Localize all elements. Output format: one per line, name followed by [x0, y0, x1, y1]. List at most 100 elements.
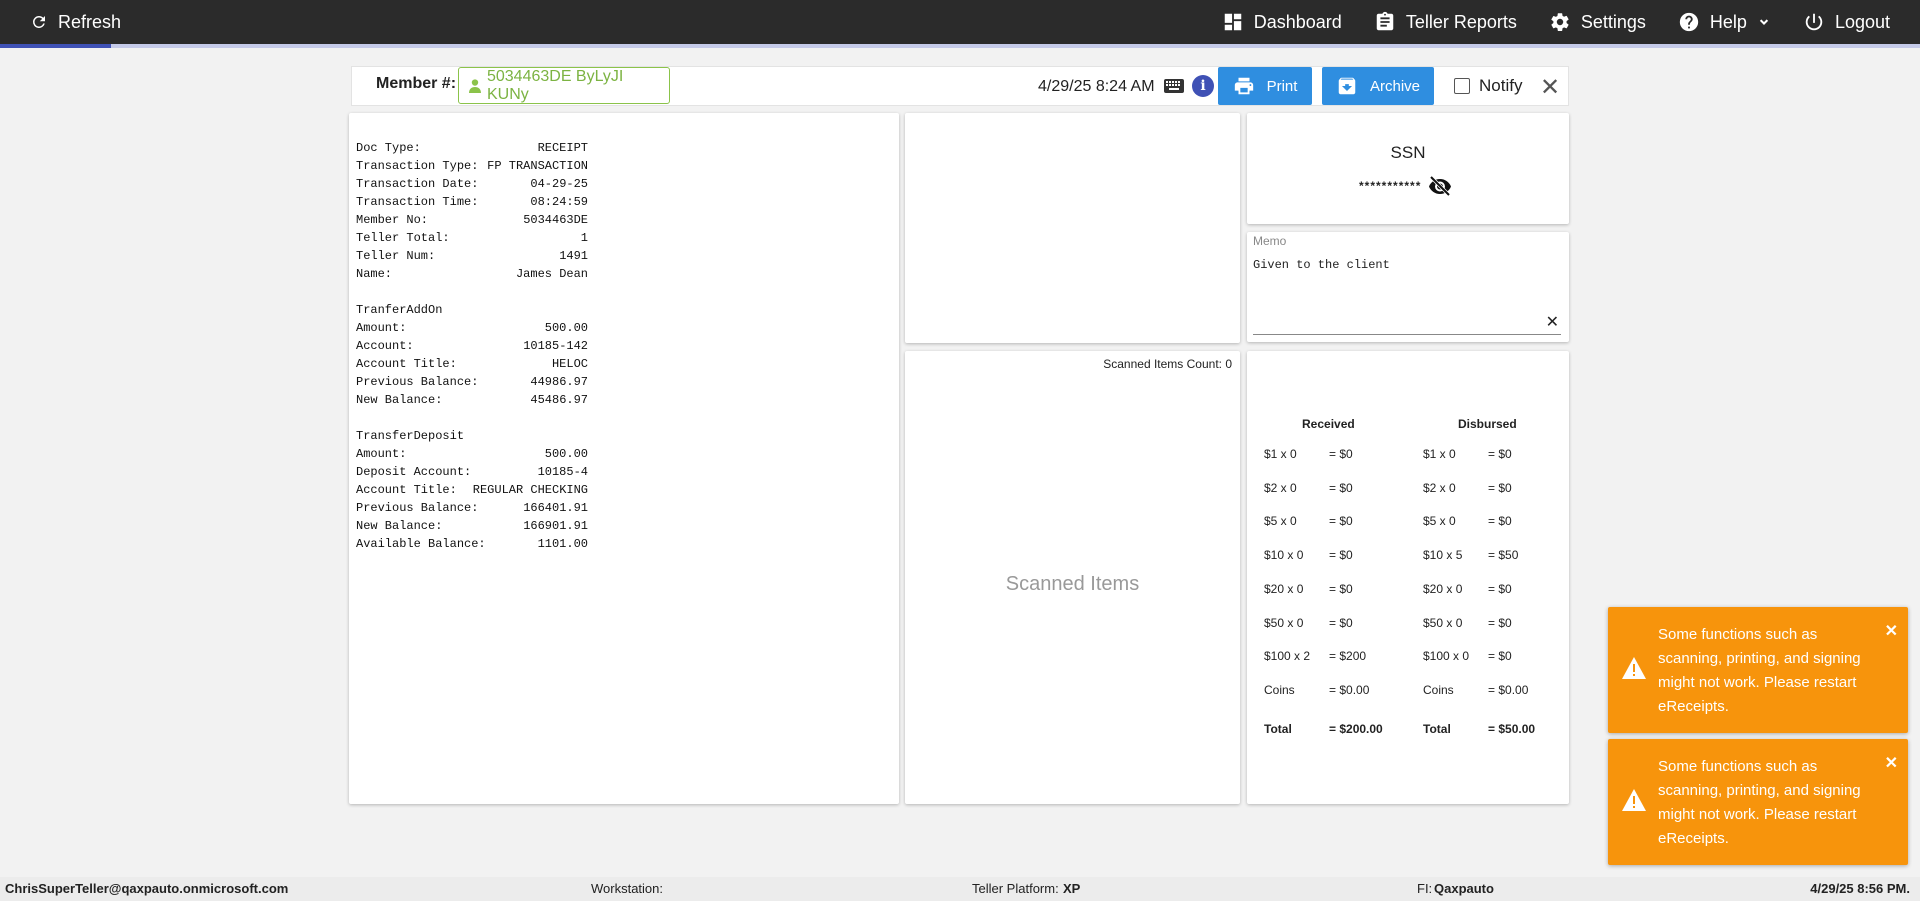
receipt-line: TranferAddOn: [356, 301, 588, 319]
disbursed-amount: = $0: [1488, 514, 1512, 529]
receipt-line-value: 166901.91: [523, 519, 588, 533]
receipt-line-label: Doc Type:: [356, 141, 421, 155]
dashboard-link[interactable]: Dashboard: [1222, 11, 1342, 33]
receipt-line: Teller Total: 1: [356, 229, 588, 247]
footer-fi-value: Qaxpauto: [1434, 881, 1494, 896]
signature-panel[interactable]: [905, 113, 1240, 343]
receipt-line-label: TransferDeposit: [356, 429, 465, 443]
disbursed-denomination: $20 x 0: [1423, 581, 1463, 596]
disbursed-amount: = $0: [1488, 615, 1512, 630]
receipt-line-label: New Balance:: [356, 519, 443, 533]
settings-label: Settings: [1580, 11, 1646, 32]
refresh-button[interactable]: Refresh: [30, 0, 121, 44]
receipt-line-label: Transaction Type:: [356, 159, 479, 173]
keyboard-icon[interactable]: [1164, 79, 1184, 93]
close-icon[interactable]: ✕: [1540, 73, 1560, 102]
receipt-line-value: 1: [580, 231, 588, 245]
member-number-label: Member #:: [376, 75, 457, 92]
received-amount: = $0: [1329, 514, 1353, 529]
receipt-panel: Doc Type: RECEIPT Transaction Type: FP TRAN…: [349, 113, 899, 804]
toast-message: Some functions such as scanning, printin…: [1658, 758, 1861, 847]
clear-memo-icon[interactable]: ✕: [1546, 312, 1559, 332]
disbursed-denomination: Coins: [1423, 682, 1454, 697]
receipt-line: Doc Type: RECEIPT: [356, 139, 588, 157]
logout-label: Logout: [1834, 11, 1890, 32]
receipt-line: Previous Balance: 166401.91: [356, 499, 588, 517]
member-number-field[interactable]: 5034463DE ByLyJI KUNy: [458, 67, 670, 104]
info-icon[interactable]: i: [1192, 75, 1214, 97]
receipt-line-label: Amount:: [356, 447, 407, 461]
received-amount-total: = $200.00: [1329, 722, 1383, 736]
receipt-line-label: Member No:: [356, 213, 429, 227]
dashboard-icon: [1224, 13, 1241, 31]
disbursed-amount: = $50: [1488, 548, 1519, 563]
logout-link[interactable]: Logout: [1803, 11, 1890, 33]
receipt-line-label: New Balance:: [356, 393, 443, 407]
disbursed-denomination-total: Total: [1423, 722, 1451, 736]
checkbox-box[interactable]: [1454, 78, 1470, 94]
eye-off-icon[interactable]: [1428, 176, 1452, 196]
help-icon: [1679, 12, 1699, 32]
receipt-line: [356, 283, 588, 301]
chevron-down-icon: [1759, 19, 1769, 25]
receipt-line: Previous Balance: 44986.97: [356, 373, 588, 391]
received-denomination: $20 x 0: [1264, 581, 1304, 596]
receipt-line: Amount: 500.00: [356, 319, 588, 337]
receipt-line-label: Deposit Account:: [356, 465, 472, 479]
receipt-line-label: Name:: [356, 267, 393, 281]
receipt-line-label: Account Title:: [356, 357, 457, 371]
memo-label: Memo: [1253, 234, 1287, 248]
received-amount: = $0: [1329, 548, 1353, 563]
receipt-line: Transaction Type: FP TRANSACTION: [356, 157, 588, 175]
receipt-line: Deposit Account: 10185-4: [356, 463, 588, 481]
clipboard-icon: [1376, 11, 1394, 31]
received-amount: = $0.00: [1329, 682, 1370, 697]
receipt-line-label: Previous Balance:: [356, 375, 479, 389]
receipt-line-label: Teller Num:: [356, 249, 436, 263]
toast-close-icon[interactable]: ✕: [1885, 753, 1898, 773]
loading-progress-bar: [0, 44, 1920, 48]
scanned-items-placeholder: Scanned Items: [1005, 573, 1140, 595]
receipt-line: Account Title: REGULAR CHECKING: [356, 481, 588, 499]
receipt-line: Transaction Time: 08:24:59: [356, 193, 588, 211]
warning-toast: Some functions such as scanning, printin…: [1608, 739, 1908, 865]
receipt-line-label: Amount:: [356, 321, 407, 335]
dashboard-label: Dashboard: [1253, 11, 1342, 32]
receipt-line-value: FP TRANSACTION: [487, 159, 588, 173]
received-denomination: $5 x 0: [1264, 514, 1297, 529]
receipt-line-value: 166401.91: [523, 501, 588, 515]
received-amount: = $0: [1329, 447, 1353, 461]
receipt-line: New Balance: 45486.97: [356, 391, 588, 409]
received-amount: = $0: [1329, 615, 1353, 630]
receipt-line-value: 45486.97: [530, 393, 588, 407]
archive-button[interactable]: Archive: [1322, 67, 1434, 105]
memo-textarea[interactable]: Given to the client: [1253, 258, 1390, 272]
settings-link[interactable]: Settings: [1549, 11, 1646, 33]
receipt-line-label: Account:: [356, 339, 414, 353]
receipt-line: Name: James Dean: [356, 265, 588, 283]
footer-platform-label: Teller Platform:: [972, 881, 1059, 896]
help-menu[interactable]: Help: [1678, 11, 1771, 33]
ssn-masked-value: ***********: [1359, 179, 1422, 193]
warning-icon: [1622, 789, 1646, 811]
teller-reports-link[interactable]: Teller Reports: [1374, 11, 1517, 33]
receipt-line: Account Title: HELOC: [356, 355, 588, 373]
disbursed-denomination: $50 x 0: [1423, 615, 1463, 630]
toast-close-icon[interactable]: ✕: [1885, 621, 1898, 641]
printer-icon: [1234, 77, 1253, 95]
teller-reports-label: Teller Reports: [1405, 11, 1517, 32]
refresh-icon: [32, 15, 45, 28]
disbursed-amount: = $0: [1488, 447, 1512, 461]
receipt-line-label: Transaction Date:: [356, 177, 479, 191]
notify-checkbox[interactable]: Notify: [1454, 76, 1522, 96]
print-button[interactable]: Print: [1218, 67, 1312, 105]
footer-user: ChrisSuperTeller@qaxpauto.onmicrosoft.co…: [5, 881, 289, 896]
receipt-line: Available Balance: 1101.00: [356, 535, 588, 553]
disbursed-denomination: $5 x 0: [1423, 514, 1456, 529]
disbursed-amount: = $0.00: [1488, 682, 1529, 697]
warning-toast: Some functions such as scanning, printin…: [1608, 607, 1908, 733]
footer-fi-label: FI:: [1417, 881, 1433, 896]
disbursed-denomination: $10 x 5: [1423, 548, 1463, 563]
receipt-line-label: Transaction Time:: [356, 195, 479, 209]
receipt-text: Doc Type: RECEIPT Transaction Type: FP TRAN…: [356, 139, 588, 553]
